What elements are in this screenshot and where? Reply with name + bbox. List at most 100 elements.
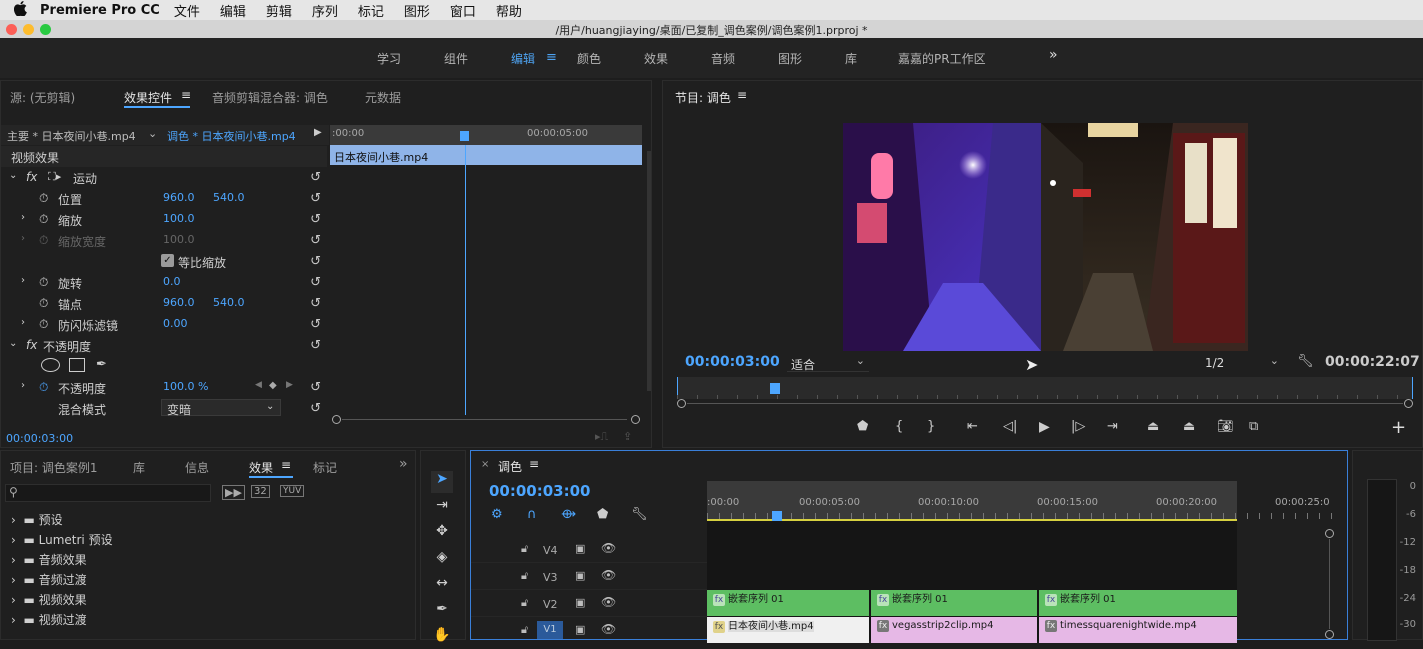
slip-tool-icon[interactable]: ↔ bbox=[431, 575, 453, 597]
add-marker-icon[interactable]: ⬟ bbox=[857, 419, 868, 434]
nested-clip[interactable]: fx 嵌套序列 01 bbox=[1039, 590, 1237, 616]
workspace-color[interactable]: 颜色 bbox=[577, 50, 601, 67]
panel-menu-icon[interactable]: ≡ bbox=[529, 457, 539, 471]
pen-mask-icon[interactable]: ✒ bbox=[96, 357, 107, 372]
prev-keyframe-icon[interactable]: ◀ bbox=[255, 380, 262, 390]
play-icon[interactable]: ▶ bbox=[1039, 419, 1050, 435]
timeline-vertical-scrollbar[interactable] bbox=[1325, 529, 1335, 639]
workspace-editing[interactable]: 编辑 bbox=[511, 50, 535, 67]
program-playhead[interactable] bbox=[770, 383, 780, 394]
workspace-graphics[interactable]: 图形 bbox=[778, 50, 802, 67]
more-workspaces-icon[interactable]: » bbox=[1049, 47, 1058, 63]
workspace-custom[interactable]: 嘉嘉的PR工作区 bbox=[898, 50, 986, 67]
anchor-x-value[interactable]: 960.0 bbox=[163, 296, 195, 309]
menu-markers[interactable]: 标记 bbox=[358, 1, 384, 20]
eye-icon[interactable]: 👁︎ bbox=[601, 622, 616, 636]
flicker-value[interactable]: 0.00 bbox=[163, 317, 188, 330]
menu-sequence[interactable]: 序列 bbox=[312, 1, 338, 20]
stopwatch-icon[interactable]: ⏱ bbox=[39, 380, 48, 395]
folder-audio-effects[interactable]: › ▬ 音频效果 bbox=[11, 551, 87, 568]
lock-icon[interactable]: 🔓︎ bbox=[521, 596, 528, 610]
tab-info[interactable]: 信息 bbox=[185, 459, 209, 476]
tab-audio-mixer[interactable]: 音频剪辑混合器: 调色 bbox=[212, 89, 328, 106]
lock-icon[interactable]: 🔓︎ bbox=[521, 569, 528, 583]
hand-tool-icon[interactable]: ✋ bbox=[431, 627, 453, 649]
master-clip-label[interactable]: 主要 * 日本夜间小巷.mp4 bbox=[7, 128, 136, 144]
effect-controls-timecode[interactable]: 00:00:03:00 bbox=[6, 432, 73, 445]
reset-icon[interactable]: ↺ bbox=[310, 233, 321, 248]
add-keyframe-icon[interactable]: ◆ bbox=[269, 380, 277, 391]
reset-icon[interactable]: ↺ bbox=[310, 317, 321, 332]
tab-metadata[interactable]: 元数据 bbox=[365, 89, 401, 106]
panel-menu-icon[interactable]: ≡ bbox=[737, 88, 747, 102]
video-clip[interactable]: fx timessquarenightwide.mp4 bbox=[1039, 617, 1237, 643]
apple-icon[interactable] bbox=[0, 0, 40, 20]
program-scrubber[interactable] bbox=[677, 377, 1413, 399]
reset-icon[interactable]: ↺ bbox=[310, 191, 321, 206]
program-title[interactable]: 节目: 调色 bbox=[675, 89, 731, 106]
rotation-value[interactable]: 0.0 bbox=[163, 275, 181, 288]
go-to-in-icon[interactable]: ⇤ bbox=[967, 419, 978, 434]
close-tab-icon[interactable]: × bbox=[481, 459, 489, 470]
fit-select[interactable]: 适合 ⌄ bbox=[787, 354, 869, 372]
reset-icon[interactable]: ↺ bbox=[310, 275, 321, 290]
lift-icon[interactable]: ⏏ bbox=[1147, 419, 1159, 434]
timeline-timecode[interactable]: 00:00:03:00 bbox=[489, 482, 591, 500]
fx-icon[interactable]: fx bbox=[26, 338, 37, 352]
camera-track-icon[interactable]: ▣ bbox=[575, 569, 585, 582]
compare-icon[interactable]: ⧉ bbox=[1249, 419, 1258, 434]
program-zoom-bar[interactable] bbox=[677, 399, 1413, 409]
workspace-assembly[interactable]: 组件 bbox=[444, 50, 468, 67]
folder-video-transitions[interactable]: › ▬ 视频过渡 bbox=[11, 611, 87, 628]
mini-timeline-ruler[interactable]: :00:00 00:00:05:00 bbox=[330, 125, 642, 145]
app-name[interactable]: Premiere Pro CC bbox=[40, 3, 160, 18]
opacity-value[interactable]: 100.0 % bbox=[163, 380, 208, 393]
track-select-tool-icon[interactable]: ⇥ bbox=[431, 497, 453, 519]
chevron-right-icon[interactable]: › bbox=[21, 380, 25, 391]
stopwatch-icon[interactable]: ⏱ bbox=[39, 275, 48, 290]
video-clip[interactable]: fx vegasstrip2clip.mp4 bbox=[871, 617, 1037, 643]
mini-timeline-scrollbar[interactable] bbox=[332, 415, 640, 424]
nested-clip[interactable]: fx 嵌套序列 01 bbox=[871, 590, 1037, 616]
rectangle-mask-icon[interactable] bbox=[69, 358, 85, 372]
stopwatch-icon[interactable]: ⏱ bbox=[39, 296, 48, 311]
pen-tool-icon[interactable]: ✒ bbox=[431, 601, 453, 623]
fx-icon[interactable]: fx bbox=[26, 170, 37, 184]
track-target-v1[interactable]: V1 bbox=[537, 621, 563, 639]
menu-help[interactable]: 帮助 bbox=[496, 1, 522, 20]
eye-icon[interactable]: 👁︎ bbox=[601, 595, 616, 609]
folder-presets[interactable]: › ▬ 预设 bbox=[11, 511, 63, 528]
workspace-effects[interactable]: 效果 bbox=[644, 50, 668, 67]
more-tabs-icon[interactable]: » bbox=[399, 456, 408, 472]
eye-icon[interactable]: 👁︎ bbox=[601, 541, 616, 555]
go-to-out-icon[interactable]: ⇥ bbox=[1107, 419, 1118, 434]
accelerated-effects-icon[interactable]: ▶▶ bbox=[222, 485, 245, 500]
menu-window[interactable]: 窗口 bbox=[450, 1, 476, 20]
tab-libraries[interactable]: 库 bbox=[133, 459, 145, 476]
timeline-ruler[interactable]: :00:00 00:00:05:00 00:00:10:00 00:00:15:… bbox=[707, 481, 1339, 521]
uniform-scale-checkbox[interactable]: ✓ bbox=[161, 254, 174, 267]
panel-scrollbar[interactable] bbox=[647, 151, 651, 391]
folder-lumetri[interactable]: › ▬ Lumetri 预设 bbox=[11, 531, 113, 548]
stopwatch-icon[interactable]: ⏱ bbox=[39, 212, 48, 227]
nest-icon[interactable]: ⚙ bbox=[491, 507, 503, 522]
timeline-playhead[interactable] bbox=[772, 511, 782, 521]
reset-icon[interactable]: ↺ bbox=[310, 380, 321, 395]
snap-magnet-icon[interactable]: ∩ bbox=[527, 507, 537, 522]
yuv-effects-icon[interactable]: YUV bbox=[280, 485, 305, 497]
ellipse-mask-icon[interactable] bbox=[41, 358, 60, 372]
workspace-menu-icon[interactable]: ≡ bbox=[546, 50, 557, 65]
export-icon[interactable]: ⇪ bbox=[623, 430, 632, 443]
folder-video-effects[interactable]: › ▬ 视频效果 bbox=[11, 591, 87, 608]
timeline-tab[interactable]: 调色 bbox=[498, 458, 522, 475]
anchor-y-value[interactable]: 540.0 bbox=[213, 296, 245, 309]
reset-icon[interactable]: ↺ bbox=[310, 338, 321, 353]
workspace-learn[interactable]: 学习 bbox=[377, 50, 401, 67]
mark-in-icon[interactable]: { bbox=[895, 419, 903, 434]
tab-source[interactable]: 源: (无剪辑) bbox=[10, 89, 75, 106]
nested-clip[interactable]: fx 嵌套序列 01 bbox=[707, 590, 869, 616]
camera-track-icon[interactable]: ▣ bbox=[575, 623, 585, 636]
reset-icon[interactable]: ↺ bbox=[310, 170, 321, 185]
panel-menu-icon[interactable]: ≡ bbox=[281, 458, 291, 472]
camera-icon[interactable]: 📷︎ bbox=[1217, 419, 1234, 434]
